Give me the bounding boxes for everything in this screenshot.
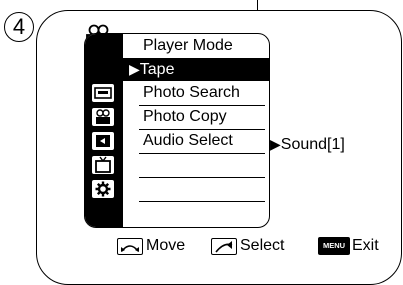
select-dial-icon	[211, 238, 237, 255]
menu-item-tape[interactable]: ▶Tape	[123, 58, 269, 81]
gear-icon[interactable]	[92, 180, 114, 198]
menu-item-photo-search[interactable]: Photo Search	[143, 83, 240, 103]
selection-arrow-icon: ▶	[129, 61, 140, 77]
divider	[139, 129, 265, 131]
empty-row-divider	[139, 177, 265, 179]
step-number-badge: 4	[4, 12, 34, 42]
menu-item-tape-label: ▶Tape	[129, 61, 175, 78]
connector-line	[257, 0, 259, 10]
exit-hint: Exit	[352, 237, 379, 254]
audio-select-value: ▶Sound[1]	[270, 134, 345, 155]
divider	[139, 153, 265, 155]
menu-sidebar	[85, 34, 123, 227]
player-mode-menu: Player Mode ▶Tape Photo Search Photo Cop…	[84, 33, 270, 228]
submenu-arrow-icon: ▶	[270, 136, 281, 152]
menu-item-photo-copy[interactable]: Photo Copy	[143, 107, 227, 127]
menu-key-icon: MENU	[318, 237, 350, 255]
camera-icon[interactable]	[92, 108, 114, 126]
tv-icon[interactable]	[92, 156, 114, 174]
tape-icon[interactable]	[92, 84, 114, 102]
menu-title: Player Mode	[143, 37, 233, 54]
memory-card-icon[interactable]	[92, 132, 114, 150]
move-hint: Move	[146, 237, 186, 254]
menu-item-audio-select[interactable]: Audio Select	[143, 131, 233, 151]
divider	[139, 105, 265, 107]
select-hint: Select	[240, 237, 285, 254]
empty-row-divider	[139, 201, 265, 203]
move-dial-icon	[117, 238, 143, 255]
audio-select-value-text: Sound[1]	[280, 136, 345, 153]
step-number: 4	[12, 14, 26, 39]
